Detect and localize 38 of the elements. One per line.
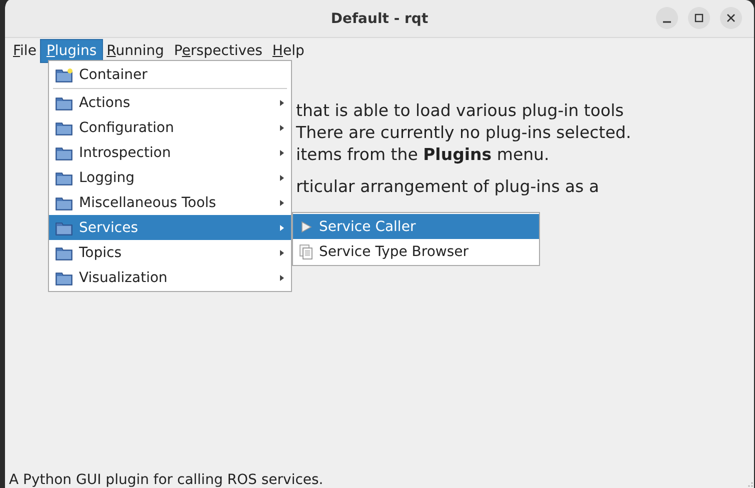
maximize-button[interactable]: [688, 7, 710, 29]
folder-icon: [55, 244, 73, 260]
status-text: A Python GUI plugin for calling ROS services.: [9, 472, 324, 488]
menu-item[interactable]: File: [8, 40, 42, 62]
folder-icon: [55, 94, 73, 110]
menu-entry[interactable]: Introspection: [49, 140, 291, 165]
menu-entry[interactable]: Service Caller: [293, 214, 539, 239]
minimize-icon: [662, 21, 672, 23]
close-icon: [725, 12, 737, 24]
menu-entry[interactable]: Actions: [49, 90, 291, 115]
folder-icon: [55, 220, 73, 236]
window-title: Default - rqt: [330, 10, 428, 26]
menu-entry[interactable]: Miscellaneous Tools: [49, 190, 291, 215]
play-icon: [299, 220, 313, 234]
folder-icon: [55, 120, 73, 136]
menu-item[interactable]: Plugins: [41, 40, 102, 62]
menu-item[interactable]: Running: [102, 40, 170, 62]
menu-entry[interactable]: Configuration: [49, 115, 291, 140]
menu-entry[interactable]: Container: [49, 62, 291, 87]
folder-icon: [55, 170, 73, 186]
close-button[interactable]: [720, 7, 742, 29]
menu-entry[interactable]: Topics: [49, 240, 291, 265]
folder-icon: [55, 144, 73, 160]
menu-item[interactable]: Perspectives: [169, 40, 268, 62]
minimize-button[interactable]: [656, 7, 678, 29]
maximize-icon: [693, 12, 705, 24]
menu-entry[interactable]: Logging: [49, 165, 291, 190]
document-icon: [299, 244, 313, 260]
menu-item[interactable]: Help: [267, 40, 310, 62]
intro-text: that is able to load various plug-in tools: [296, 100, 625, 122]
intro-text: There are currently no plug-ins selected.: [296, 122, 632, 144]
folder-icon: [55, 194, 73, 210]
intro-text: items from the Plugins menu.: [296, 144, 550, 166]
menu-entry[interactable]: Services: [49, 215, 291, 240]
menu-entry[interactable]: Service Type Browser: [293, 239, 539, 264]
intro-text: rticular arrangement of plug-ins as a: [296, 176, 600, 198]
folder-icon: [55, 270, 73, 286]
menu-entry[interactable]: Visualization: [49, 265, 291, 290]
